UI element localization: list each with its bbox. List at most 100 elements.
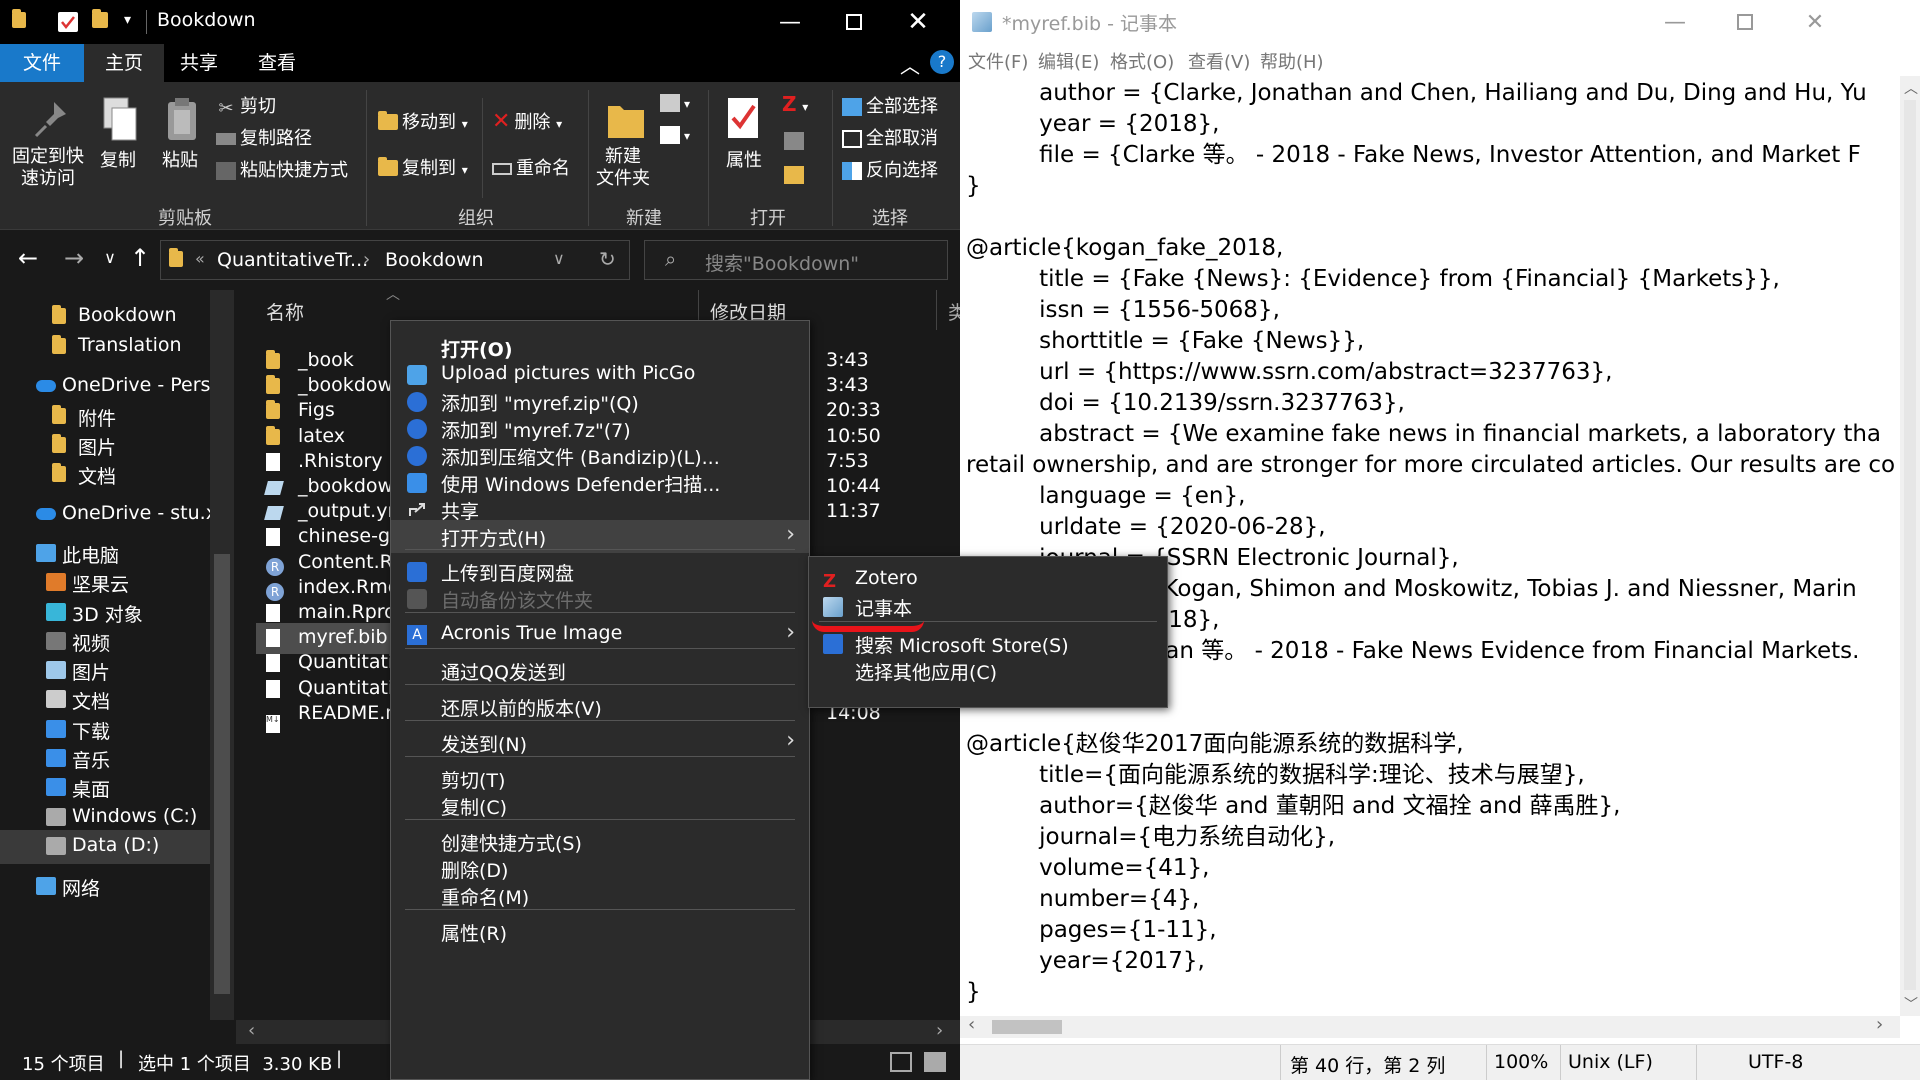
notepad-text-area[interactable]: author = {Clarke, Jonathan and Chen, Hai… bbox=[966, 78, 1896, 1008]
quick-access-dropdown-icon[interactable]: ▾ bbox=[124, 12, 144, 32]
properties-button[interactable]: 属性 bbox=[726, 146, 762, 172]
large-icons-view-icon[interactable] bbox=[924, 1052, 946, 1072]
nav-item[interactable]: Bookdown bbox=[0, 300, 210, 334]
notepad-close-button[interactable]: ✕ bbox=[1780, 0, 1850, 44]
folder-icon bbox=[52, 463, 72, 483]
nav-item[interactable]: 文档 bbox=[0, 683, 210, 717]
tab-view[interactable]: 查看 bbox=[242, 44, 312, 82]
context-menu-item[interactable]: 复制(C) bbox=[391, 789, 809, 822]
select-all-button[interactable]: 全部选择 bbox=[842, 92, 938, 118]
menu-format[interactable]: 格式(O) bbox=[1110, 48, 1174, 74]
refresh-icon[interactable]: ↻ bbox=[599, 247, 616, 271]
back-button[interactable]: ← bbox=[14, 244, 42, 274]
breadcrumb-current[interactable]: Bookdown bbox=[385, 249, 484, 271]
edit-icon bbox=[784, 132, 804, 150]
copy-button[interactable]: 复制 bbox=[100, 146, 136, 172]
notepad-vscroll[interactable]: ︿ ﹀ bbox=[1900, 76, 1920, 1016]
nav-item-label: 文档 bbox=[72, 691, 111, 713]
context-menu-item[interactable]: 属性(R) bbox=[391, 915, 809, 948]
menu-help[interactable]: 帮助(H) bbox=[1260, 48, 1324, 74]
file-name: _bookdow bbox=[298, 475, 394, 497]
menu-edit[interactable]: 编辑(E) bbox=[1038, 48, 1099, 74]
address-dropdown-icon[interactable]: ∨ bbox=[553, 249, 565, 268]
notepad-minimize-button[interactable]: — bbox=[1640, 0, 1710, 44]
help-icon[interactable]: ? bbox=[930, 50, 954, 74]
tab-file[interactable]: 文件 bbox=[0, 44, 84, 82]
open-button[interactable]: Z ▾ bbox=[782, 92, 808, 116]
open-with-item[interactable]: 记事本 bbox=[809, 590, 1167, 623]
vscroll-track[interactable] bbox=[1904, 100, 1916, 990]
file-name: Figs bbox=[298, 399, 335, 422]
nav-item[interactable]: OneDrive - stu.xm bbox=[0, 498, 210, 532]
forward-button[interactable]: → bbox=[60, 244, 88, 274]
file-icon bbox=[266, 629, 284, 649]
scroll-left-icon[interactable]: ‹ bbox=[248, 1020, 255, 1041]
menu-view[interactable]: 查看(V) bbox=[1188, 48, 1250, 74]
download-icon bbox=[46, 720, 66, 738]
rename-button[interactable]: 重命名 bbox=[492, 154, 570, 180]
nav-item[interactable]: 桌面 bbox=[0, 771, 210, 805]
nav-item[interactable]: OneDrive - Perso bbox=[0, 370, 210, 404]
file-name: .Rhistory bbox=[298, 449, 383, 472]
address-box[interactable]: « QuantitativeTr... › Bookdown ∨ ↻ bbox=[160, 240, 630, 280]
context-menu-item[interactable]: A Acronis True Image › bbox=[391, 618, 809, 651]
paste-shortcut-button[interactable]: 粘贴快捷方式 bbox=[216, 156, 348, 182]
file-icon bbox=[266, 452, 284, 473]
scroll-left-icon[interactable]: ‹ bbox=[968, 1014, 975, 1035]
pin-to-quick-access-button[interactable]: 固定到快 速访问 bbox=[12, 146, 84, 190]
copy-path-button[interactable]: 复制路径 bbox=[216, 124, 312, 150]
tab-share[interactable]: 共享 bbox=[164, 44, 234, 82]
properties-check-icon[interactable] bbox=[58, 12, 78, 32]
scroll-down-icon[interactable]: ﹀ bbox=[1904, 994, 1918, 1014]
open-with-item[interactable]: 选择其他应用(C) bbox=[809, 654, 1167, 687]
context-menu-item[interactable]: 通过QQ发送到 bbox=[391, 654, 809, 687]
notepad-hscroll[interactable]: ‹ › bbox=[960, 1014, 1900, 1038]
recent-dropdown-icon[interactable]: ∨ bbox=[96, 248, 124, 278]
tab-home[interactable]: 主页 bbox=[84, 44, 164, 82]
collapse-ribbon-icon[interactable]: ︿ bbox=[900, 50, 920, 79]
overflow-chevron-icon[interactable]: « bbox=[195, 249, 205, 268]
scroll-right-icon[interactable]: › bbox=[1876, 1014, 1883, 1035]
new-folder-quick-icon[interactable] bbox=[92, 9, 112, 32]
invert-selection-button[interactable]: 反向选择 bbox=[842, 156, 938, 182]
delete-button[interactable]: ✕ 删除 ▾ bbox=[492, 108, 562, 134]
select-none-button[interactable]: 全部取消 bbox=[842, 124, 938, 150]
nav-item[interactable]: Translation bbox=[0, 330, 210, 364]
nav-scrollbar[interactable] bbox=[210, 290, 234, 1020]
edit-button[interactable] bbox=[784, 130, 808, 151]
maximize-button[interactable] bbox=[822, 0, 886, 44]
nav-item[interactable]: Data (D:) bbox=[0, 830, 210, 864]
cut-button[interactable]: ✂ 剪切 bbox=[216, 92, 276, 119]
hscroll-thumb[interactable] bbox=[992, 1020, 1062, 1034]
bandizip-icon bbox=[407, 392, 427, 412]
scroll-up-icon[interactable]: ︿ bbox=[1904, 78, 1918, 98]
column-name[interactable]: 名称 bbox=[266, 298, 304, 325]
context-menu-item[interactable]: 重命名(M) bbox=[391, 879, 809, 912]
minimize-button[interactable]: — bbox=[758, 0, 822, 44]
nav-item-label: 桌面 bbox=[72, 779, 111, 801]
nav-item[interactable]: 文档 bbox=[0, 458, 210, 492]
details-view-icon[interactable] bbox=[890, 1052, 912, 1072]
context-menu-item[interactable]: 还原以前的版本(V) bbox=[391, 690, 809, 723]
context-menu-item[interactable]: 发送到(N) › bbox=[391, 726, 809, 759]
nav-scroll-thumb[interactable] bbox=[214, 554, 230, 994]
new-folder-button[interactable]: 新建 文件夹 bbox=[596, 146, 650, 190]
history-button[interactable] bbox=[784, 164, 808, 185]
close-button[interactable]: ✕ bbox=[886, 0, 950, 44]
copy-to-button[interactable]: 复制到 ▾ bbox=[378, 154, 468, 180]
nav-item[interactable]: 网络 bbox=[0, 870, 210, 904]
new-item-button[interactable]: ▾ bbox=[660, 92, 690, 113]
search-input[interactable]: ⌕ 搜索"Bookdown" bbox=[644, 240, 948, 280]
easy-access-button[interactable]: ▾ bbox=[660, 124, 690, 145]
up-button[interactable]: ↑ bbox=[126, 244, 154, 274]
nav-item[interactable]: 坚果云 bbox=[0, 566, 210, 600]
notepad-maximize-button[interactable] bbox=[1710, 0, 1780, 44]
cloud-icon bbox=[36, 380, 56, 392]
column-type-partial[interactable]: 类 bbox=[948, 298, 960, 325]
menu-file[interactable]: 文件(F) bbox=[968, 48, 1028, 74]
file-name: _book bbox=[298, 349, 354, 371]
scroll-right-icon[interactable]: › bbox=[936, 1020, 943, 1041]
breadcrumb-parent[interactable]: QuantitativeTr... bbox=[217, 249, 368, 271]
move-to-button[interactable]: 移动到 ▾ bbox=[378, 108, 468, 134]
paste-button[interactable]: 粘贴 bbox=[162, 146, 198, 172]
